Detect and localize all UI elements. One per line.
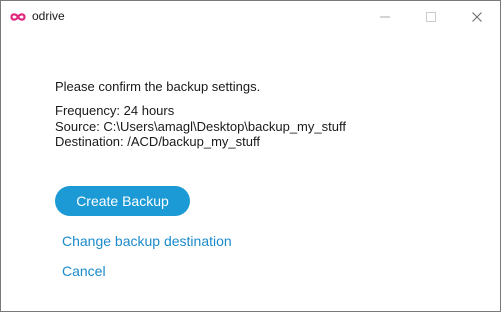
- maximize-icon: [426, 12, 436, 22]
- frequency-text: Frequency: 24 hours: [55, 103, 175, 118]
- confirm-prompt: Please confirm the backup settings.: [55, 79, 261, 94]
- title-bar[interactable]: odrive: [1, 1, 500, 32]
- close-button[interactable]: [454, 1, 500, 32]
- infinity-icon: [10, 10, 26, 22]
- change-destination-link[interactable]: Change backup destination: [62, 233, 232, 249]
- create-backup-button[interactable]: Create Backup: [55, 186, 190, 216]
- source-text: Source: C:\Users\amagl\Desktop\backup_my…: [55, 119, 346, 134]
- odrive-window: odrive Please confirm the backup setting…: [0, 0, 501, 312]
- destination-text: Destination: /ACD/backup_my_stuff: [55, 134, 260, 149]
- minimize-button[interactable]: [362, 1, 408, 32]
- maximize-button[interactable]: [408, 1, 454, 32]
- close-icon: [472, 12, 482, 22]
- cancel-link[interactable]: Cancel: [62, 263, 106, 279]
- minimize-icon: [380, 16, 390, 18]
- window-title: odrive: [32, 9, 65, 23]
